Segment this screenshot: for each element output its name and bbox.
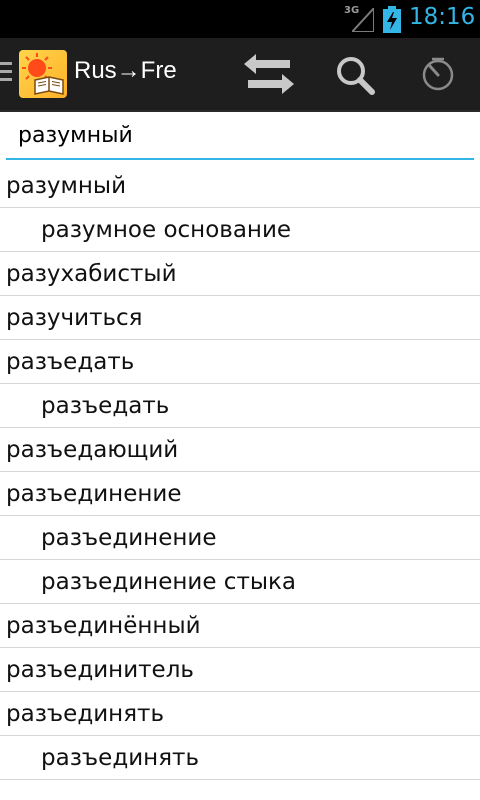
search-input[interactable] xyxy=(6,112,474,158)
list-subitem[interactable]: разъедать xyxy=(0,384,480,428)
app-logo[interactable] xyxy=(19,50,67,98)
list-item[interactable]: разухабистый xyxy=(0,252,480,296)
list-subitem[interactable]: разъединение стыка xyxy=(0,560,480,604)
swap-icon[interactable] xyxy=(244,54,294,94)
drawer-icon[interactable] xyxy=(0,62,12,86)
word-list: разумный разумное основание разухабистый ра… xyxy=(0,164,480,780)
action-bar: Rus→Fre xyxy=(0,38,480,112)
dictionary-direction-title[interactable]: Rus→Fre xyxy=(74,57,177,85)
list-subitem[interactable]: разъединять xyxy=(0,736,480,780)
list-item[interactable]: разъединять xyxy=(0,692,480,736)
list-item[interactable]: разучиться xyxy=(0,296,480,340)
list-item[interactable]: разумный xyxy=(0,164,480,208)
list-item[interactable]: разъединитель xyxy=(0,648,480,692)
search-field[interactable] xyxy=(6,112,474,160)
battery-charging-icon xyxy=(383,6,401,33)
list-item[interactable]: разъединённый xyxy=(0,604,480,648)
status-bar: 3G 18:16 xyxy=(0,0,480,38)
signal-icon xyxy=(352,8,374,32)
list-item[interactable]: разъедать xyxy=(0,340,480,384)
list-item[interactable]: разъедающий xyxy=(0,428,480,472)
status-clock: 18:16 xyxy=(409,4,476,30)
sun-book-icon xyxy=(22,53,64,95)
list-subitem[interactable]: разумное основание xyxy=(0,208,480,252)
history-icon[interactable] xyxy=(418,54,458,94)
search-icon[interactable] xyxy=(334,54,378,98)
list-subitem[interactable]: разъединение xyxy=(0,516,480,560)
list-item[interactable]: разъединение xyxy=(0,472,480,516)
